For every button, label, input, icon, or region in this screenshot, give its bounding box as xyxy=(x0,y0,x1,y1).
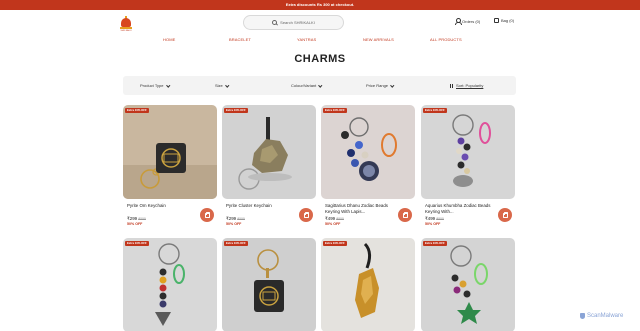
sort-icon xyxy=(449,83,454,88)
product-name[interactable]: Aquarius Khumbha Zodiac Beads Keyring Wi… xyxy=(425,203,493,215)
discount-badge: Extra 10% OFF xyxy=(224,241,248,246)
chevron-down-icon xyxy=(390,82,395,87)
shopping-bag-icon xyxy=(402,211,409,218)
nav-all-products[interactable]: ALL PRODUCTS xyxy=(430,37,462,42)
product-card[interactable]: Extra 10% OFF xyxy=(123,238,217,331)
shopping-bag-icon xyxy=(502,211,509,218)
add-to-cart-button[interactable] xyxy=(299,208,313,222)
search-icon xyxy=(272,20,278,25)
product-mrp: ₹599 xyxy=(138,217,146,221)
discount-label: 50% OFF xyxy=(425,222,441,226)
sort-dropdown[interactable]: Sort: Popularity xyxy=(449,83,483,88)
shield-icon xyxy=(580,313,585,319)
product-mrp: ₹999 xyxy=(436,217,444,221)
product-price: ₹499 xyxy=(325,216,336,221)
product-mrp: ₹599 xyxy=(237,217,245,221)
product-image[interactable]: Extra 10% OFF xyxy=(321,105,415,199)
nav-home[interactable]: HOME xyxy=(163,37,175,42)
product-image[interactable]: Extra 10% OFF xyxy=(421,238,515,331)
discount-badge: Extra 10% OFF xyxy=(125,241,149,246)
product-card[interactable]: Extra 10% OFF xyxy=(421,238,515,331)
filter-size[interactable]: Size xyxy=(215,82,229,88)
discount-badge: Extra 10% OFF xyxy=(323,241,347,246)
product-image[interactable]: Extra 10% OFF xyxy=(123,105,217,199)
product-price: ₹299 xyxy=(127,216,138,221)
nav-new-arrivals[interactable]: NEW ARRIVALS xyxy=(363,37,394,42)
product-card[interactable]: Extra 10% OFF Pyrite Om Keychain ₹299₹59… xyxy=(123,105,217,226)
promo-banner: Extra discounts Rs 300 at checkout. xyxy=(0,0,640,10)
orders-link[interactable]: Orders (0) xyxy=(455,18,480,25)
chevron-down-icon xyxy=(318,82,323,87)
user-icon xyxy=(455,18,462,25)
discount-label: 50% OFF xyxy=(127,222,143,226)
product-image[interactable]: Extra 10% OFF xyxy=(222,238,316,331)
add-to-cart-button[interactable] xyxy=(498,208,512,222)
search-placeholder: Search SHRIKALKI xyxy=(280,20,315,25)
discount-badge: Extra 10% OFF xyxy=(323,108,347,113)
discount-badge: Extra 10% OFF xyxy=(224,108,248,113)
nav-bracelet[interactable]: BRACELET xyxy=(229,37,251,42)
main-nav: HOME BRACELET YANTRAS NEW ARRIVALS ALL P… xyxy=(0,37,640,43)
chevron-down-icon xyxy=(225,82,229,87)
product-mrp: ₹999 xyxy=(336,217,344,221)
discount-label: 50% OFF xyxy=(226,222,242,226)
nav-yantras[interactable]: YANTRAS xyxy=(297,37,316,42)
logo[interactable]: SHRI KALKI xyxy=(119,16,133,32)
product-price: ₹499 xyxy=(425,216,436,221)
discount-badge: Extra 10% OFF xyxy=(423,241,447,246)
add-to-cart-button[interactable] xyxy=(398,208,412,222)
shopping-bag-icon xyxy=(204,211,211,218)
shopping-bag-icon xyxy=(494,18,499,23)
product-card[interactable]: Extra 10% OFF Pyrite Cluster Keychain ₹2… xyxy=(222,105,316,226)
product-price: ₹299 xyxy=(226,216,237,221)
discount-label: 50% OFF xyxy=(325,222,341,226)
chevron-down-icon xyxy=(165,82,170,87)
product-image[interactable]: Extra 10% OFF xyxy=(421,105,515,199)
logo-text: SHRI KALKI xyxy=(120,30,132,32)
discount-badge: Extra 10% OFF xyxy=(423,108,447,113)
bag-link[interactable]: Bag (0) xyxy=(494,18,514,23)
product-name[interactable]: Pyrite Om Keychain xyxy=(127,203,195,215)
filter-product-type[interactable]: Product Type xyxy=(140,82,170,88)
watermark: ScanMalware xyxy=(580,313,623,319)
product-image[interactable]: Extra 10% OFF xyxy=(123,238,217,331)
product-name[interactable]: Pyrite Cluster Keychain xyxy=(226,203,294,215)
add-to-cart-button[interactable] xyxy=(200,208,214,222)
product-card[interactable]: Extra 10% OFF Aquarius Khumbha Zodiac Be… xyxy=(421,105,515,226)
product-image[interactable]: Extra 10% OFF xyxy=(321,238,415,331)
product-card[interactable]: Extra 10% OFF xyxy=(321,238,415,331)
product-card[interactable]: Extra 10% OFF Sagittarius Dhanu Zodiac B… xyxy=(321,105,415,226)
shopping-bag-icon xyxy=(303,211,310,218)
discount-badge: Extra 10% OFF xyxy=(125,108,149,113)
product-image[interactable]: Extra 10% OFF xyxy=(222,105,316,199)
page-title: CHARMS xyxy=(294,53,346,65)
product-card[interactable]: Extra 10% OFF xyxy=(222,238,316,331)
product-name[interactable]: Sagittarius Dhanu Zodiac Beads Keyring W… xyxy=(325,203,393,215)
search-input[interactable]: Search SHRIKALKI xyxy=(243,15,344,30)
filter-price[interactable]: Price Range xyxy=(366,82,395,88)
filter-colour[interactable]: Colour/Variant xyxy=(291,82,323,88)
filter-bar: Product Type Size Colour/Variant Price R… xyxy=(123,76,516,95)
